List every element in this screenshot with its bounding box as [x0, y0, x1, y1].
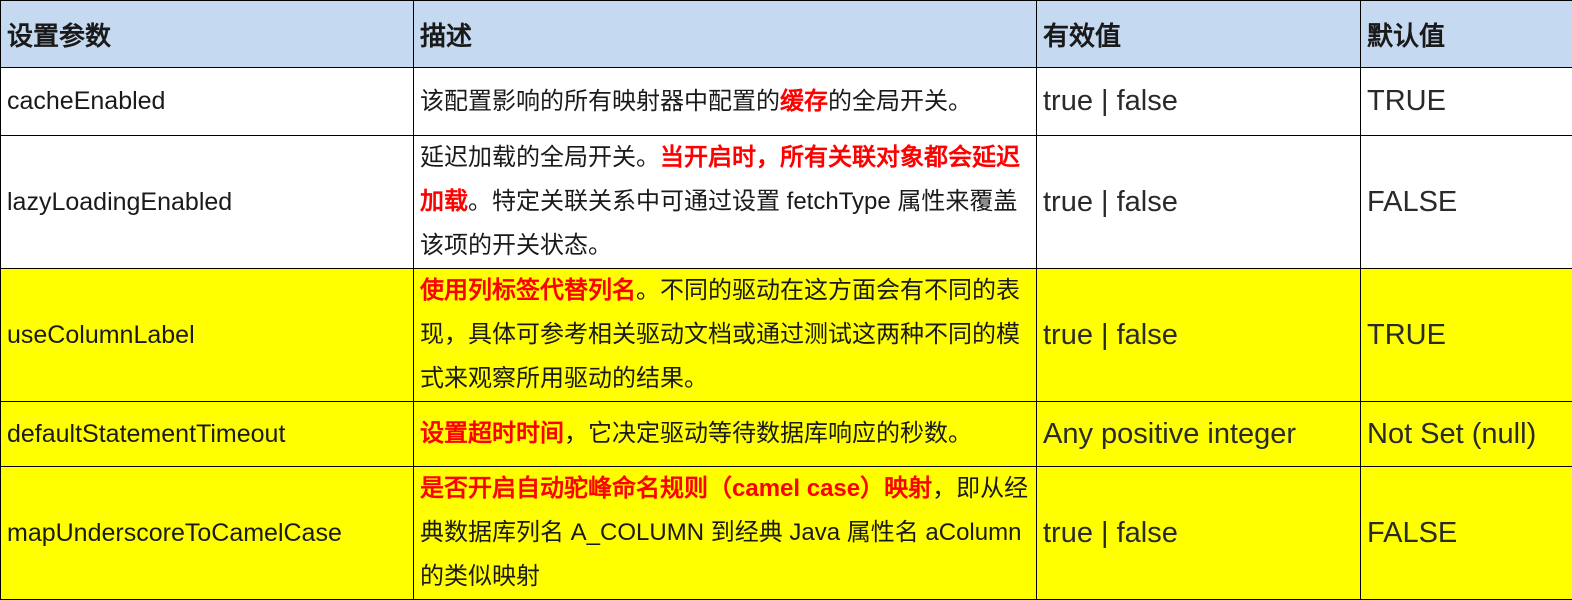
param-name: lazyLoadingEnabled [1, 136, 414, 269]
param-name: defaultStatementTimeout [1, 402, 414, 467]
header-param: 设置参数 [1, 1, 414, 68]
table-row-highlighted: mapUnderscoreToCamelCase 是否开启自动驼峰命名规则（ca… [1, 467, 1572, 600]
table-row-highlighted: useColumnLabel 使用列标签代替列名。不同的驱动在这方面会有不同的表… [1, 269, 1572, 402]
description-emphasis: 是否开启自动驼峰命名规则（camel case）映射 [420, 475, 932, 502]
header-desc: 描述 [414, 1, 1037, 68]
param-name: cacheEnabled [1, 68, 414, 136]
table-row-highlighted: defaultStatementTimeout 设置超时时间，它决定驱动等待数据… [1, 402, 1572, 467]
valid-values: Any positive integer [1037, 402, 1361, 467]
param-name: mapUnderscoreToCamelCase [1, 467, 414, 600]
valid-values: true | false [1037, 68, 1361, 136]
default-value: TRUE [1361, 269, 1572, 402]
description-text: ，它决定驱动等待数据库响应的秒数。 [564, 420, 972, 447]
description-text: 的全局开关。 [828, 88, 972, 115]
valid-values: true | false [1037, 269, 1361, 402]
header-default-value: 默认值 [1361, 1, 1572, 68]
table-row: lazyLoadingEnabled 延迟加载的全局开关。当开启时，所有关联对象… [1, 136, 1572, 269]
description-emphasis: 设置超时时间 [420, 420, 564, 447]
description-text: 。特定关联关系中可通过设置 fetchType 属性来覆盖该项的开关状态。 [420, 188, 1017, 259]
header-row: 设置参数 描述 有效值 默认值 [1, 1, 1572, 68]
description-emphasis: 缓存 [780, 88, 828, 115]
settings-table: 设置参数 描述 有效值 默认值 cacheEnabled 该配置影响的所有映射器… [0, 0, 1572, 600]
description-emphasis: 使用列标签代替列名 [420, 277, 636, 304]
default-value: FALSE [1361, 467, 1572, 600]
description-text: 该配置影响的所有映射器中配置的 [420, 88, 780, 115]
table-row: cacheEnabled 该配置影响的所有映射器中配置的缓存的全局开关。 tru… [1, 68, 1572, 136]
valid-values: true | false [1037, 136, 1361, 269]
default-value: Not Set (null) [1361, 402, 1572, 467]
default-value: FALSE [1361, 136, 1572, 269]
param-description: 延迟加载的全局开关。当开启时，所有关联对象都会延迟加载。特定关联关系中可通过设置… [414, 136, 1037, 269]
param-name: useColumnLabel [1, 269, 414, 402]
description-text: 延迟加载的全局开关。 [420, 144, 660, 171]
param-description: 该配置影响的所有映射器中配置的缓存的全局开关。 [414, 68, 1037, 136]
param-description: 设置超时时间，它决定驱动等待数据库响应的秒数。 [414, 402, 1037, 467]
default-value: TRUE [1361, 68, 1572, 136]
param-description: 使用列标签代替列名。不同的驱动在这方面会有不同的表现，具体可参考相关驱动文档或通… [414, 269, 1037, 402]
header-valid-values: 有效值 [1037, 1, 1361, 68]
valid-values: true | false [1037, 467, 1361, 600]
param-description: 是否开启自动驼峰命名规则（camel case）映射，即从经典数据库列名 A_C… [414, 467, 1037, 600]
